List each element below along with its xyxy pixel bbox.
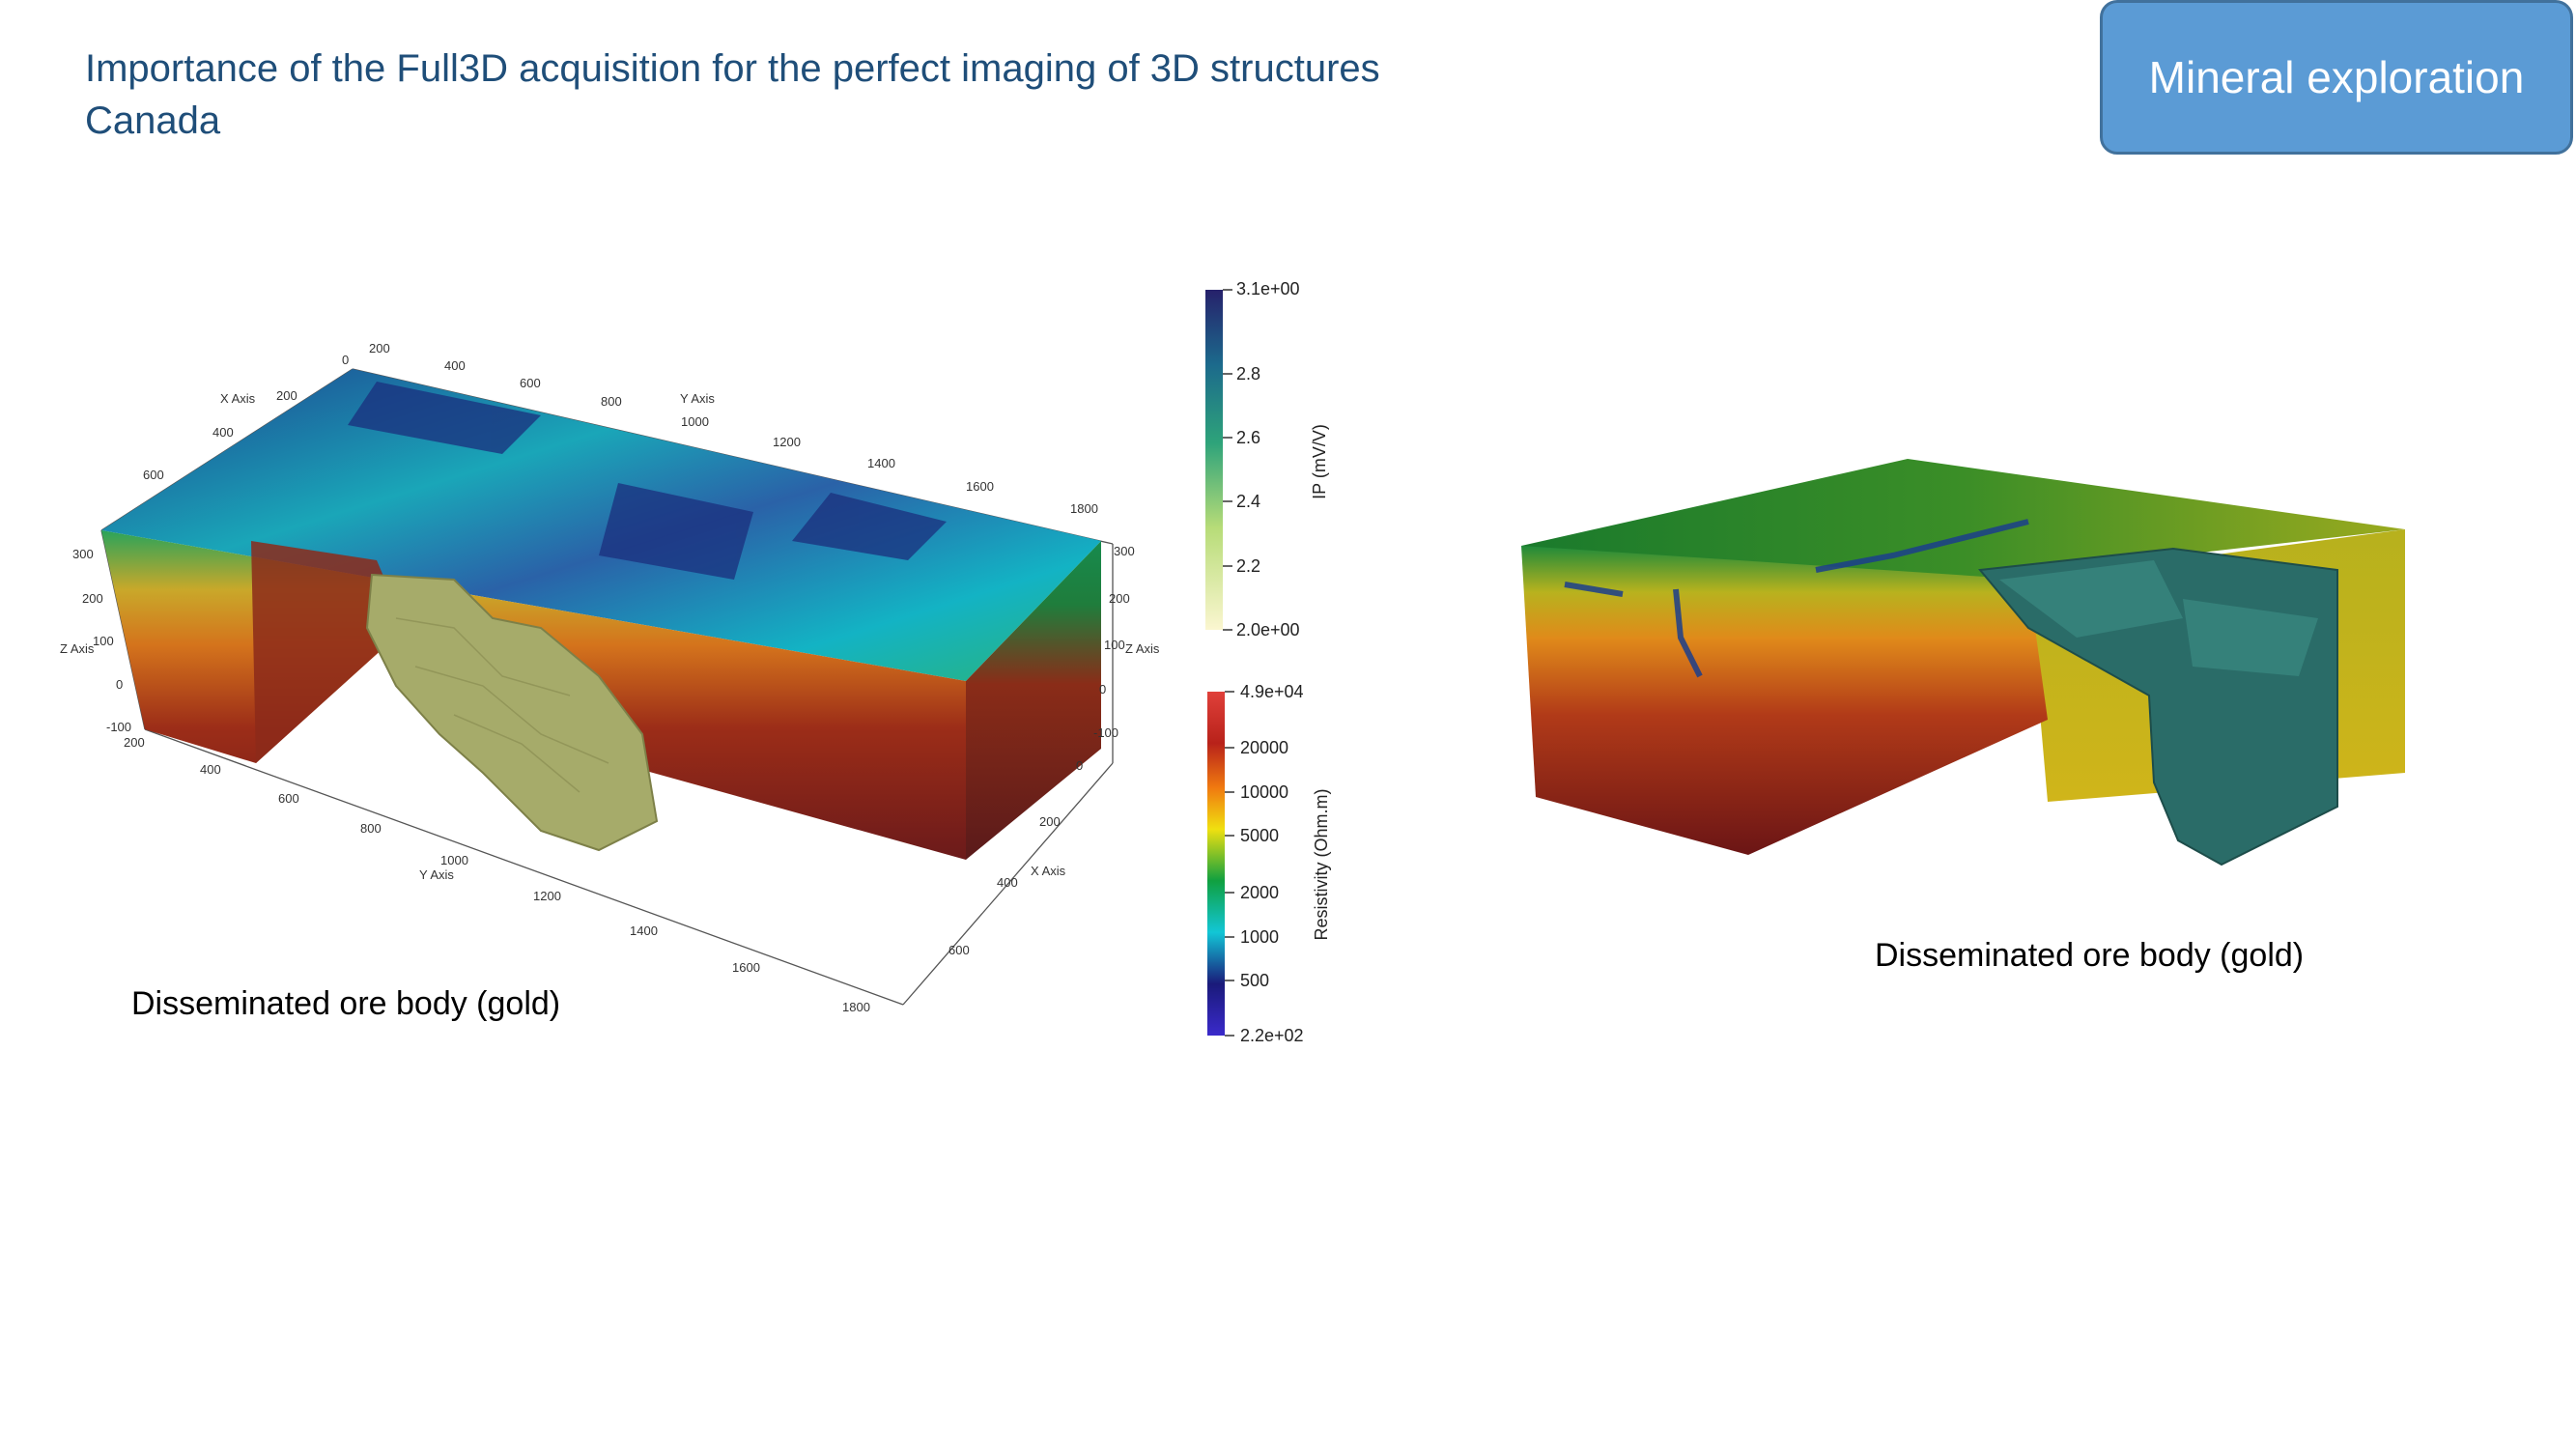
z-tick-left-100: 100 bbox=[93, 634, 114, 648]
caption-left: Disseminated ore body (gold) bbox=[131, 985, 561, 1022]
y-tick-top-600: 600 bbox=[520, 376, 541, 390]
colorbar-resistivity-tick-500: 500 bbox=[1240, 971, 1269, 990]
y-tick-bottom-200: 200 bbox=[124, 735, 145, 750]
x-axis-title-top: X Axis bbox=[220, 391, 256, 406]
z-tick-right-300: 300 bbox=[1114, 544, 1135, 558]
colorbar-resistivity-max: 4.9e+04 bbox=[1240, 682, 1304, 701]
colorbar-ip-tick-2-4: 2.4 bbox=[1236, 492, 1260, 511]
colorbar-ip-tick-2-6: 2.6 bbox=[1236, 428, 1260, 447]
caption-right: Disseminated ore body (gold) bbox=[1875, 937, 2305, 974]
y-tick-top-1200: 1200 bbox=[773, 435, 801, 449]
x-tick-right-600: 600 bbox=[948, 943, 970, 957]
y-tick-bottom-1200: 1200 bbox=[533, 889, 561, 903]
colorbar-ip-ramp bbox=[1205, 290, 1223, 630]
colorbar-resistivity-tick-1000: 1000 bbox=[1240, 927, 1279, 947]
z-tick-right-0: 0 bbox=[1099, 682, 1106, 696]
colorbar-ip-max: 3.1e+00 bbox=[1236, 279, 1300, 298]
colorbar-resistivity-ramp bbox=[1207, 692, 1225, 1036]
z-tick-left-200: 200 bbox=[82, 591, 103, 606]
z-tick-right-200: 200 bbox=[1109, 591, 1130, 606]
y-tick-top-200: 200 bbox=[369, 341, 390, 355]
colorbar-resistivity-tick-10000: 10000 bbox=[1240, 782, 1288, 802]
z-tick-left-0: 0 bbox=[116, 677, 123, 692]
x-tick-top-200: 200 bbox=[276, 388, 297, 403]
right-3d-model bbox=[1521, 459, 2405, 867]
colorbar-resistivity: 4.9e+04 20000 10000 5000 2000 1000 500 2… bbox=[1207, 682, 1331, 1045]
colorbar-resistivity-tick-5000: 5000 bbox=[1240, 826, 1279, 845]
y-axis-title-bottom: Y Axis bbox=[419, 867, 454, 882]
y-tick-bottom-1600: 1600 bbox=[732, 960, 760, 975]
z-tick-left-minus100: -100 bbox=[106, 720, 131, 734]
z-tick-right-minus100: -100 bbox=[1093, 725, 1118, 740]
colorbar-ip-tick-2-2: 2.2 bbox=[1236, 556, 1260, 576]
y-tick-top-0: 0 bbox=[342, 353, 349, 367]
y-tick-top-1800: 1800 bbox=[1070, 501, 1098, 516]
y-tick-top-1600: 1600 bbox=[966, 479, 994, 494]
x-tick-top-600: 600 bbox=[143, 468, 164, 482]
x-tick-top-400: 400 bbox=[212, 425, 234, 440]
x-tick-right-0: 0 bbox=[1076, 758, 1083, 773]
y-tick-bottom-1000: 1000 bbox=[440, 853, 468, 867]
x-tick-right-200: 200 bbox=[1039, 814, 1061, 829]
z-tick-right-100: 100 bbox=[1104, 638, 1125, 652]
colorbar-resistivity-min: 2.2e+02 bbox=[1240, 1026, 1304, 1045]
y-tick-top-1000: 1000 bbox=[681, 414, 709, 429]
colorbar-ip-min: 2.0e+00 bbox=[1236, 620, 1300, 639]
y-tick-top-1400: 1400 bbox=[867, 456, 895, 470]
y-tick-top-800: 800 bbox=[601, 394, 622, 409]
y-tick-bottom-1400: 1400 bbox=[630, 923, 658, 938]
x-tick-right-400: 400 bbox=[997, 875, 1018, 890]
z-tick-left-300: 300 bbox=[72, 547, 94, 561]
z-axis-title-right: Z Axis bbox=[1125, 641, 1160, 656]
left-3d-model: X Axis Y Axis Z Axis Z Axis X Axis Y Axi… bbox=[60, 341, 1160, 1014]
colorbar-ip-tick-2-8: 2.8 bbox=[1236, 364, 1260, 384]
colorbar-resistivity-label: Resistivity (Ohm.m) bbox=[1312, 789, 1331, 941]
colorbar-resistivity-tick-20000: 20000 bbox=[1240, 738, 1288, 757]
y-tick-bottom-1800: 1800 bbox=[842, 1000, 870, 1014]
y-tick-bottom-400: 400 bbox=[200, 762, 221, 777]
y-axis-title-top: Y Axis bbox=[680, 391, 715, 406]
x-axis-title-right: X Axis bbox=[1031, 864, 1066, 878]
colorbar-ip-label: IP (mV/V) bbox=[1310, 424, 1329, 499]
colorbar-resistivity-tick-2000: 2000 bbox=[1240, 883, 1279, 902]
z-axis-title-left: Z Axis bbox=[60, 641, 95, 656]
colorbar-ip: 3.1e+00 2.8 2.6 2.4 2.2 2.0e+00 IP (mV/V… bbox=[1205, 279, 1329, 639]
figure-canvas: X Axis Y Axis Z Axis Z Axis X Axis Y Axi… bbox=[60, 279, 2405, 1045]
colorbar-ip-tickmarks bbox=[1223, 289, 1232, 631]
y-tick-bottom-600: 600 bbox=[278, 791, 299, 806]
y-tick-bottom-800: 800 bbox=[360, 821, 382, 836]
y-tick-top-400: 400 bbox=[444, 358, 466, 373]
colorbar-resistivity-tickmarks bbox=[1225, 691, 1234, 1037]
